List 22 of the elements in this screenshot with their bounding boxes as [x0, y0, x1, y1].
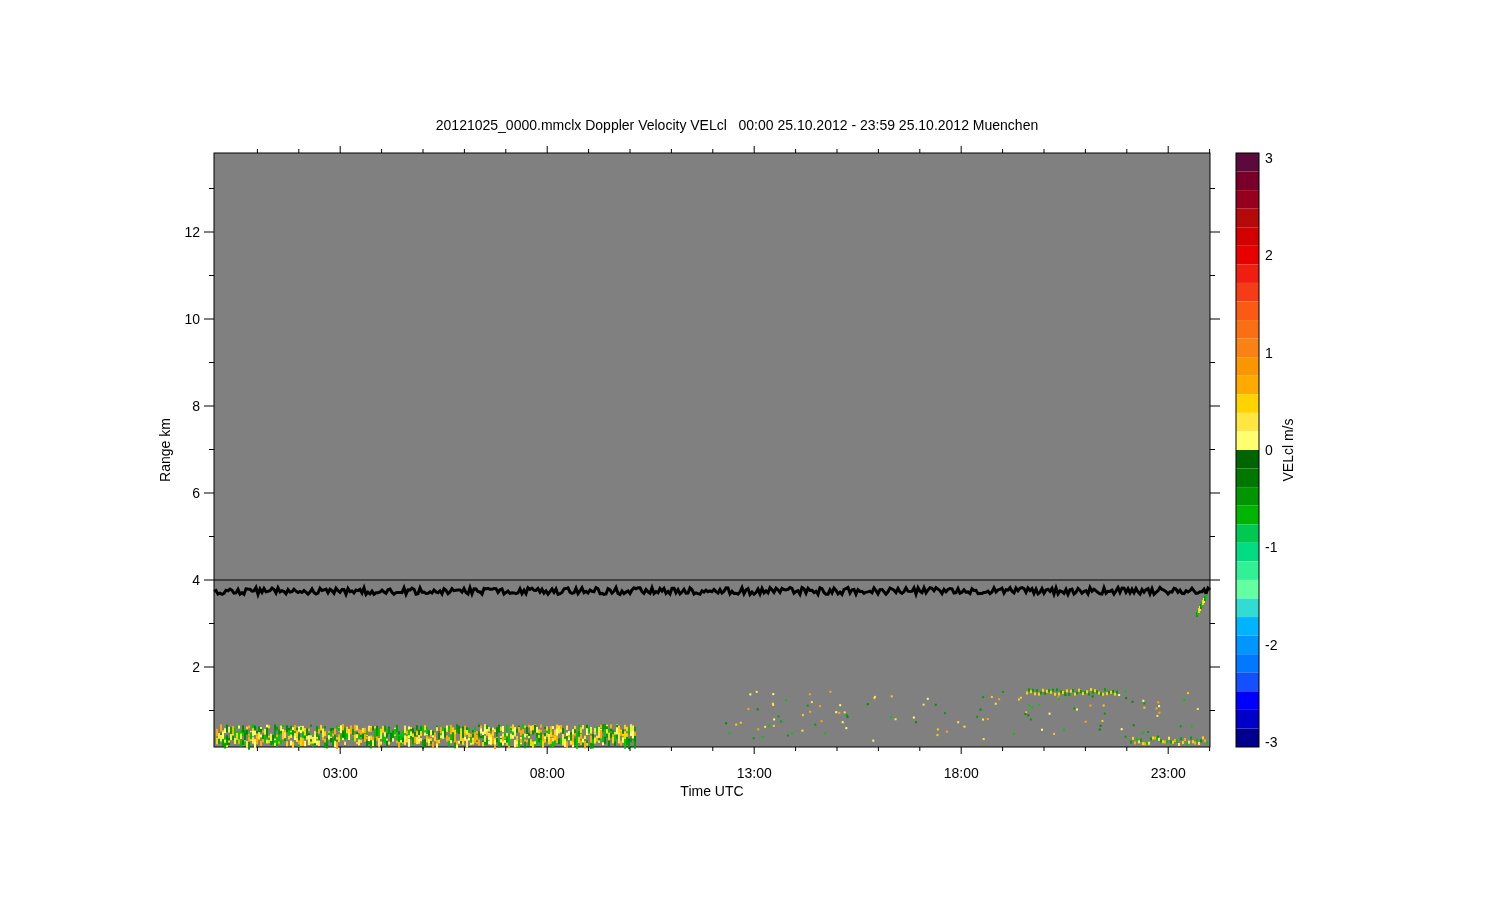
x-tick-label: 08:00 — [529, 765, 565, 781]
x-tick-label: 03:00 — [322, 765, 358, 781]
x-axis-label: Time UTC — [680, 783, 744, 799]
x-tick-label: 18:00 — [943, 765, 979, 781]
colorbar-tick-label: -1 — [1265, 539, 1278, 556]
y-axis-label: Range km — [157, 418, 173, 482]
colorbar-tick-label: 2 — [1265, 247, 1273, 264]
y-tick-label: 2 — [192, 659, 200, 675]
colorbar-tick-label: 3 — [1265, 150, 1273, 166]
colorbar-label: VELcl m/s — [1280, 418, 1296, 482]
colorbar-tick-label: 1 — [1265, 344, 1273, 361]
colorbar-tick-label: -3 — [1265, 733, 1278, 750]
y-tick-label: 4 — [192, 572, 200, 588]
y-tick-label: 10 — [184, 311, 200, 327]
y-tick-label: 6 — [192, 485, 200, 501]
colorbar-tick-label: -2 — [1265, 636, 1278, 653]
y-tick-label: 12 — [184, 224, 200, 240]
colorbar-tick-label: 0 — [1265, 441, 1273, 458]
x-tick-label: 13:00 — [736, 765, 772, 781]
chart-title: 20121025_0000.mmclx Doppler Velocity VELcl 00:00 25.10.2012 - 23:59 25.10.2012 Muenchen — [435, 117, 1039, 133]
x-tick-label: 23:00 — [1150, 765, 1186, 781]
y-tick-label: 8 — [192, 398, 200, 414]
